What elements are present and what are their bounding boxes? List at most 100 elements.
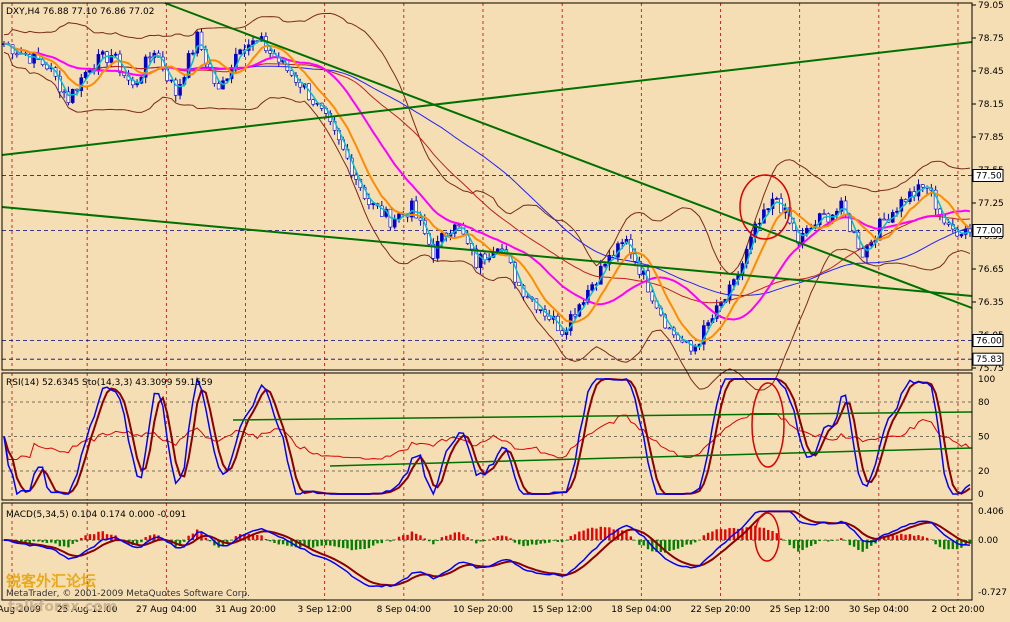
candle-body (590, 284, 594, 291)
macd-histogram-bar (599, 526, 602, 541)
candle-body (148, 56, 152, 59)
macd-histogram-bar (775, 533, 778, 541)
price-label: 76.00 (976, 337, 1002, 347)
candle-body (706, 322, 710, 326)
macd-histogram-bar (681, 540, 684, 547)
candle-body (311, 99, 315, 105)
macd-histogram-bar (565, 540, 568, 541)
macd-histogram-bar (762, 527, 766, 541)
candle-body (75, 88, 79, 91)
candle-body (440, 232, 444, 242)
macd-histogram-bar (354, 540, 358, 550)
macd-histogram-bar (84, 535, 87, 541)
macd-histogram-bar (784, 540, 787, 541)
macd-histogram-bar (500, 535, 504, 541)
macd-histogram-bar (144, 537, 147, 541)
macd-histogram-bar (204, 537, 207, 541)
macd-histogram-bar (771, 530, 774, 541)
macd-histogram-bar (702, 535, 706, 541)
macd-histogram-bar (840, 538, 843, 541)
candle-body (680, 339, 685, 343)
macd-histogram-bar (406, 534, 409, 541)
osc-tick-label: 80 (978, 398, 990, 408)
macd-histogram-bar (767, 529, 770, 541)
macd-histogram-bar (578, 531, 581, 541)
candle-body (83, 71, 88, 79)
macd-histogram-bar (518, 540, 521, 545)
candle-body (573, 314, 577, 317)
macd-histogram-bar (513, 540, 517, 543)
macd-histogram-bar (50, 540, 53, 543)
macd-histogram-bar (432, 540, 435, 545)
candle-body (62, 91, 66, 94)
x-tick-label: 18 Sep 04:00 (611, 605, 671, 615)
macd-histogram-bar (694, 540, 697, 543)
x-tick-label: 30 Sep 04:00 (849, 605, 909, 615)
copyright-text: MetaTrader, © 2001-2009 MetaQuotes Softw… (6, 589, 250, 599)
macd-histogram-bar (797, 540, 800, 552)
candle-body (822, 213, 826, 215)
osc-tick-label: 100 (978, 375, 995, 385)
osc-tick-label: 20 (978, 467, 990, 477)
macd-histogram-bar (934, 540, 937, 545)
macd-histogram-bar (590, 527, 594, 541)
candle-body (603, 263, 607, 267)
macd-histogram-bar (698, 540, 701, 541)
macd-histogram-bar (372, 540, 375, 546)
macd-histogram-bar (779, 538, 783, 541)
osc-tick-label: 0 (978, 490, 984, 500)
macd-histogram-bar (848, 540, 851, 546)
macd-histogram-bar (831, 540, 834, 541)
macd-histogram-bar (582, 530, 585, 541)
candle-body (882, 218, 886, 221)
osc-upper-trendline (232, 411, 973, 421)
macd-line (3, 510, 971, 588)
candle-body (689, 340, 693, 352)
falling-trendline (164, 2, 973, 309)
macd-histogram-bar (801, 540, 804, 551)
macd-histogram-bar (37, 540, 40, 542)
candle-body (354, 174, 358, 180)
macd-histogram-bar (273, 540, 276, 544)
candle-body (88, 70, 92, 73)
macd-histogram-bar (814, 540, 817, 545)
macd-histogram-bar (689, 540, 693, 545)
macd-histogram-bar (629, 536, 633, 541)
macd-histogram-bar (277, 540, 280, 545)
x-tick-label: 15 Sep 12:00 (532, 605, 592, 615)
macd-histogram-bar (449, 534, 452, 541)
chart-canvas[interactable]: 24 Aug 200925 Aug 12:0027 Aug 04:0031 Au… (0, 0, 1010, 618)
macd-histogram-bar (633, 540, 637, 541)
candle-body (843, 200, 848, 216)
macd-histogram-bar (457, 532, 461, 541)
candle-body (268, 50, 272, 54)
candle-body (538, 309, 543, 312)
macd-histogram-bar (955, 540, 959, 550)
chart-window: 24 Aug 200925 Aug 12:0027 Aug 04:0031 Au… (0, 0, 1010, 618)
macd-histogram-bar (350, 540, 353, 551)
candle-body (860, 248, 865, 258)
macd-histogram-bar (891, 535, 894, 541)
macd-histogram-bar (462, 534, 465, 541)
candle-body (560, 330, 564, 335)
macd-histogram-bar (479, 540, 482, 542)
macd-histogram-bar (522, 540, 525, 547)
macd-histogram-bar (427, 540, 431, 542)
candle-body (238, 49, 242, 55)
macd-histogram-bar (410, 531, 414, 541)
macd-histogram-bar (337, 540, 341, 548)
candle-body (852, 231, 856, 233)
macd-histogram-bar (724, 529, 727, 541)
macd-histogram-bar (492, 537, 495, 541)
macd-histogram-bar (67, 540, 70, 548)
y-tick-label: 78.75 (978, 34, 1004, 44)
macd-histogram-bar (938, 540, 942, 548)
macd-histogram-bar (380, 540, 384, 544)
macd-histogram-bar (672, 540, 675, 550)
macd-histogram-bar (788, 540, 791, 546)
macd-histogram-bar (625, 531, 628, 541)
macd-histogram-bar (861, 540, 864, 552)
price-label: 75.83 (976, 355, 1002, 365)
macd-histogram-bar (930, 539, 933, 541)
macd-histogram-bar (475, 540, 478, 544)
